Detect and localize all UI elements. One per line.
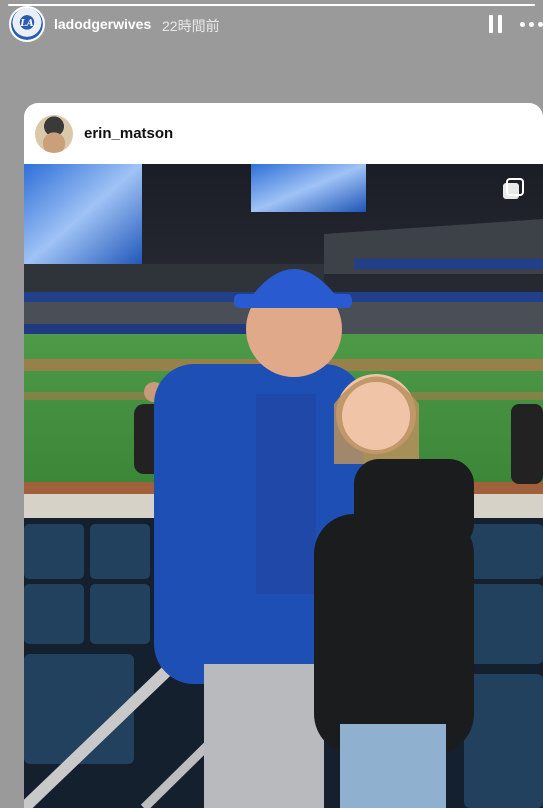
story-timestamp: 22時間前: [162, 18, 220, 34]
post-author-avatar[interactable]: [35, 115, 73, 153]
post-header: erin_matson: [24, 103, 543, 164]
story-username[interactable]: ladodgerwives: [54, 16, 151, 32]
pause-icon[interactable]: [489, 15, 503, 33]
story-avatar[interactable]: LA: [9, 6, 45, 42]
dodgers-logo-icon: LA: [11, 8, 43, 40]
multiple-photos-icon: [502, 178, 524, 200]
post-photo[interactable]: [24, 164, 543, 808]
shared-post-card[interactable]: erin_matson: [24, 103, 543, 808]
story-header: LA ladodgerwives 22時間前: [0, 0, 543, 56]
post-username[interactable]: erin_matson: [84, 125, 173, 142]
more-options-icon[interactable]: [520, 22, 543, 28]
